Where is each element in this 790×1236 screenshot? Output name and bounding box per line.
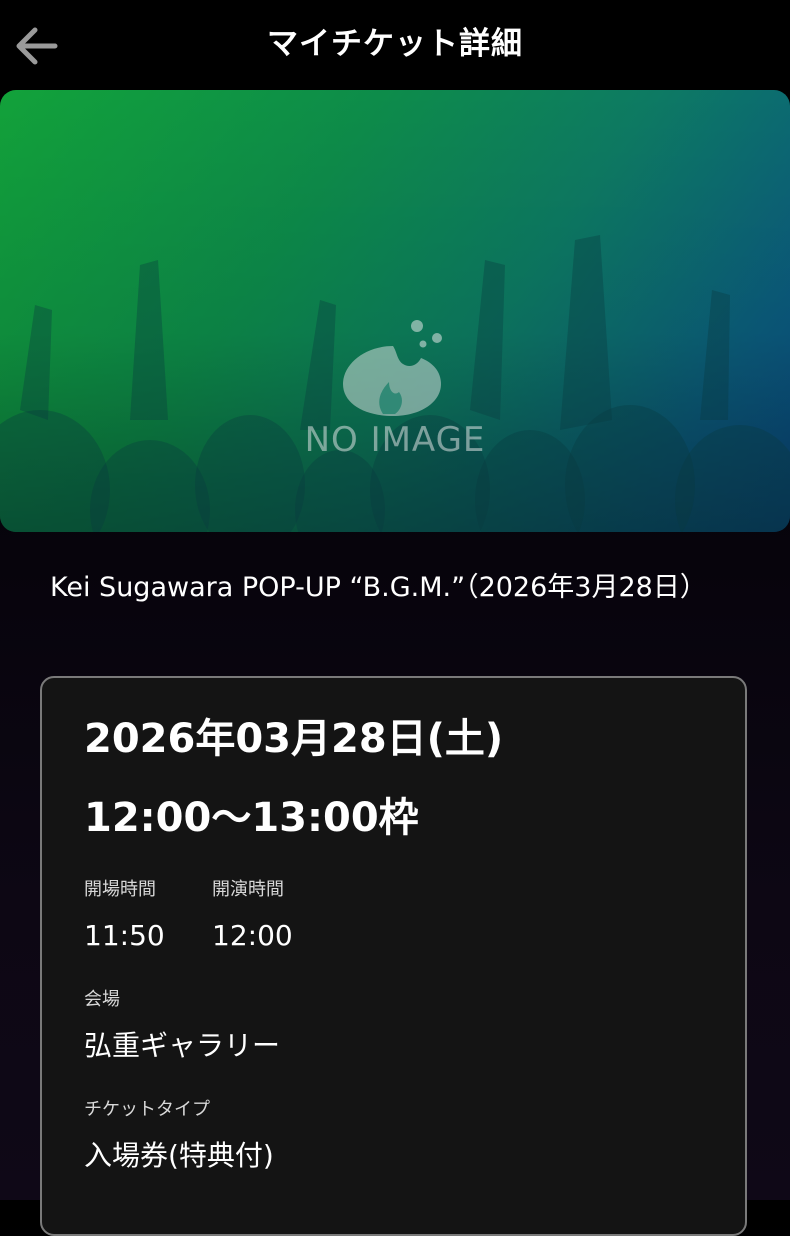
venue-value: 弘重ギャラリー	[84, 1029, 281, 1062]
ticket-type-value: 入場券(特典付)	[84, 1139, 274, 1172]
time-slot: 12:00〜13:00枠	[84, 795, 419, 841]
no-image-placeholder: NO IMAGE	[0, 318, 790, 460]
event-date: 2026年03月28日(土)	[84, 716, 504, 762]
no-image-text: NO IMAGE	[304, 420, 486, 460]
open-time-value: 11:50	[84, 919, 165, 952]
event-title: Kei Sugawara POP-UP “B.G.M.”（2026年3月28日）	[50, 572, 707, 603]
open-time-label: 開場時間	[84, 879, 156, 900]
start-time-label: 開演時間	[212, 879, 284, 900]
ticket-type-label: チケットタイプ	[84, 1099, 210, 1120]
flame-logo-icon	[343, 320, 442, 416]
app-header: マイチケット詳細	[0, 0, 790, 90]
ticket-detail-card: 2026年03月28日(土) 12:00〜13:00枠 開場時間 11:50 開…	[40, 676, 747, 1236]
crowd-silhouette	[0, 90, 790, 532]
event-image-placeholder: NO IMAGE	[0, 90, 790, 532]
page-title: マイチケット詳細	[267, 26, 523, 62]
start-time-value: 12:00	[212, 919, 293, 952]
venue-label: 会場	[84, 989, 120, 1010]
